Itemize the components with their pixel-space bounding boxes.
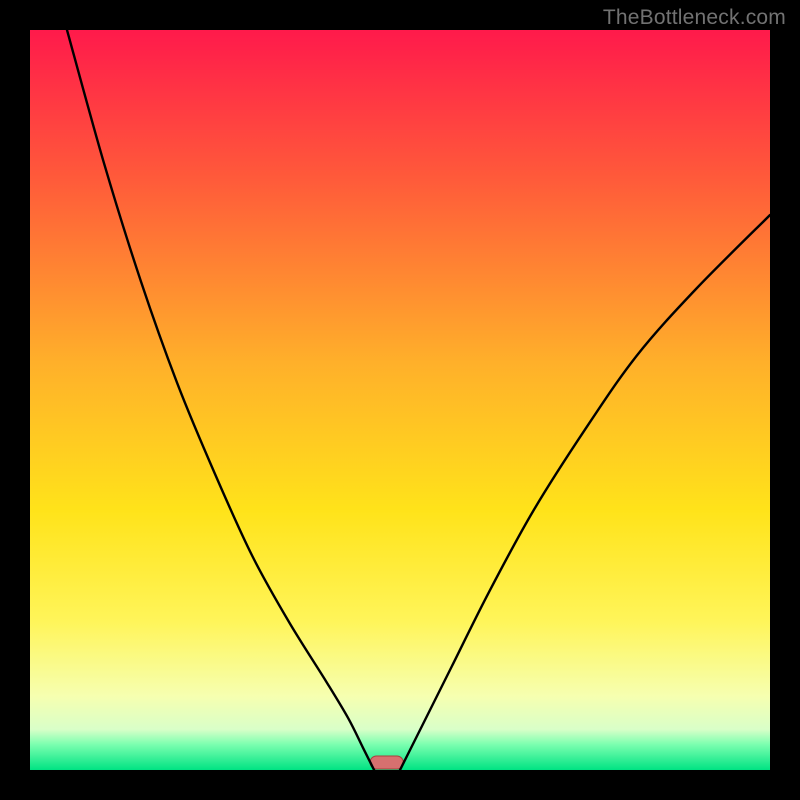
chart-frame: TheBottleneck.com [0, 0, 800, 800]
plot-area [30, 30, 770, 770]
chart-svg [30, 30, 770, 770]
gradient-background [30, 30, 770, 770]
bottleneck-marker [370, 756, 403, 769]
watermark-text: TheBottleneck.com [603, 6, 786, 30]
